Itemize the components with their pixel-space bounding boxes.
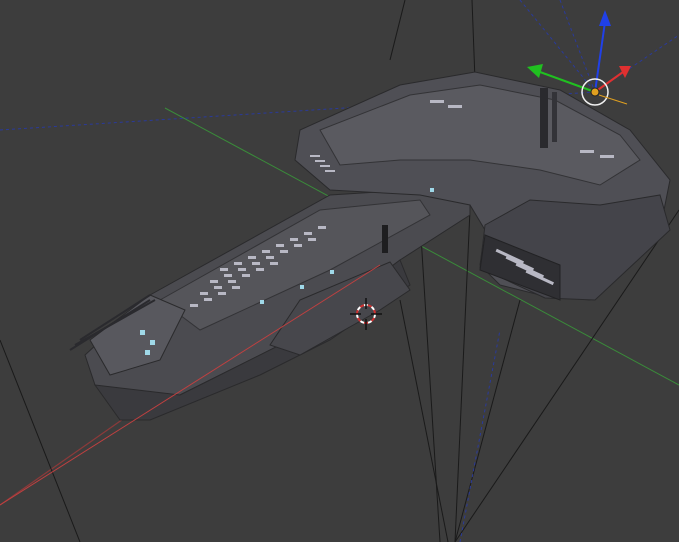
lamp-wire	[454, 209, 471, 542]
lamp-wire	[419, 219, 441, 542]
hull-seam	[382, 225, 388, 253]
spaceship-mesh[interactable]	[69, 71, 671, 421]
lamp-wire	[399, 299, 449, 542]
sensor-tower	[552, 92, 557, 142]
camera-line	[559, 0, 596, 93]
camera-line	[389, 0, 406, 61]
lamp-wire	[0, 339, 81, 542]
arrow-x-icon[interactable]	[594, 66, 631, 93]
sensor-tower	[540, 88, 548, 148]
3d-viewport[interactable]	[0, 0, 679, 542]
viewport-canvas[interactable]	[0, 0, 679, 542]
camera-line	[471, 0, 476, 81]
lamp-wire	[459, 329, 501, 542]
